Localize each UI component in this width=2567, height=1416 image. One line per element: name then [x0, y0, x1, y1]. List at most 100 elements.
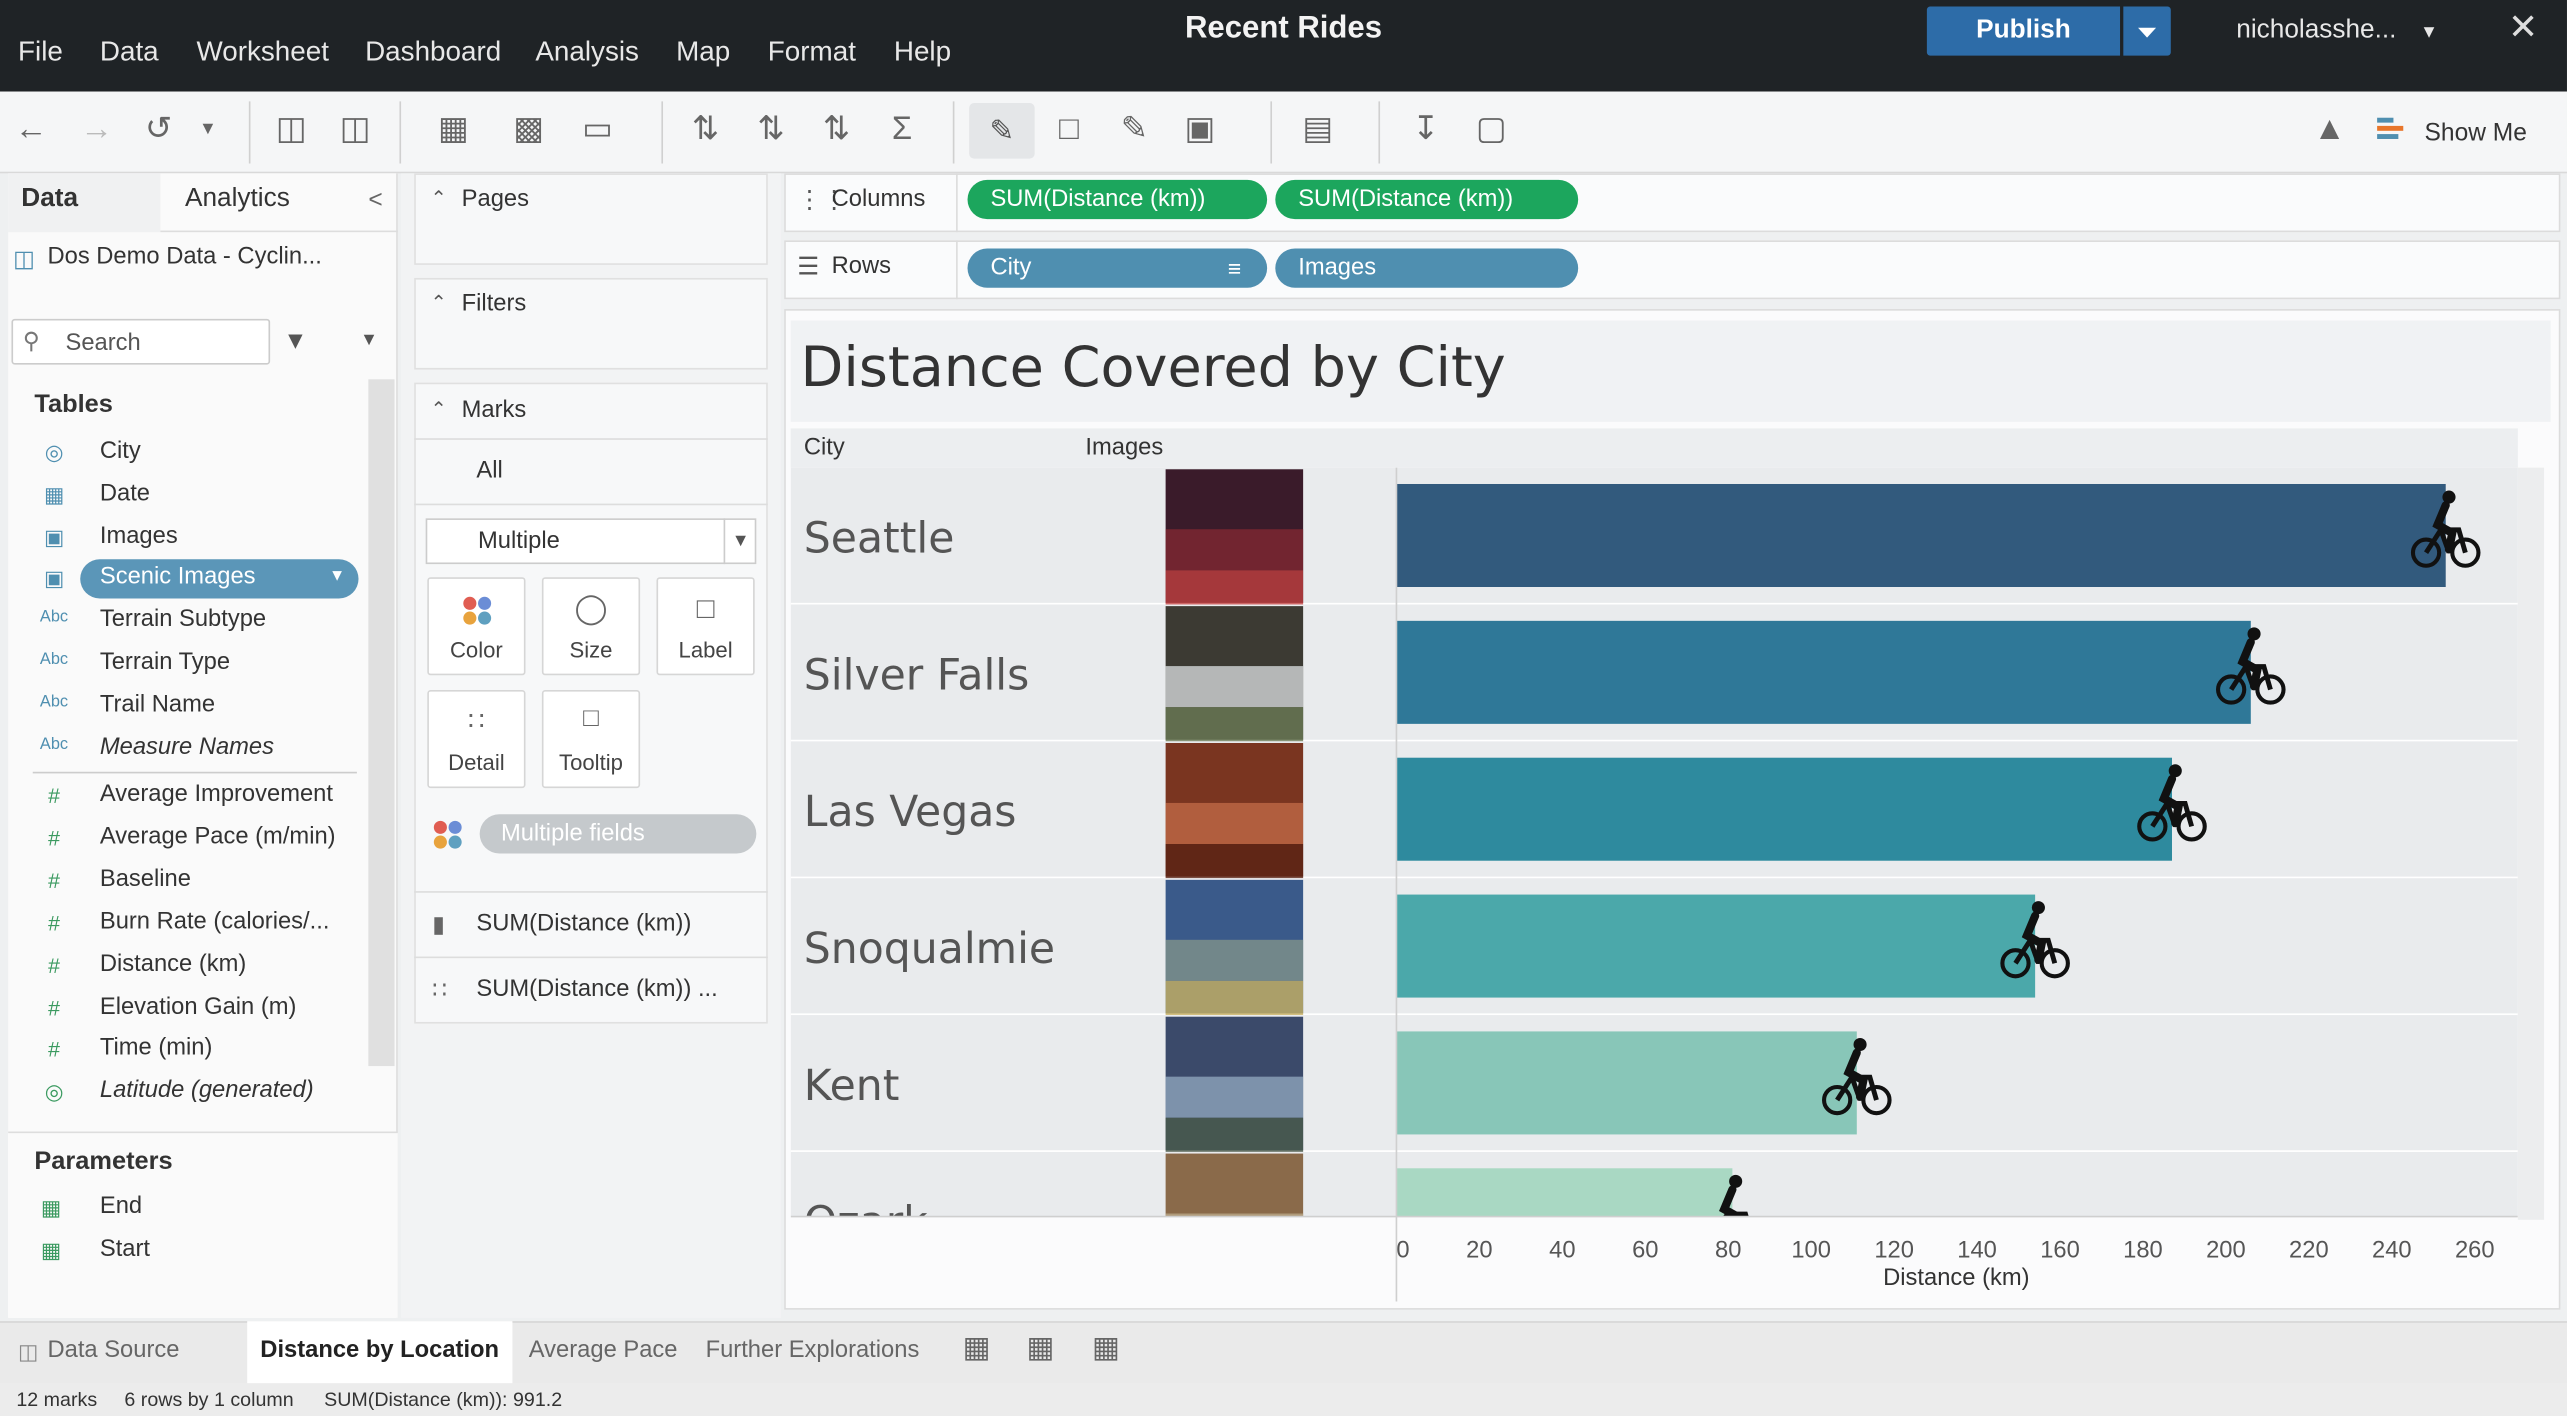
text-label-icon[interactable]: □ [1048, 108, 1091, 151]
totals-icon[interactable]: Σ [881, 108, 924, 151]
tables-header: Tables [34, 390, 113, 419]
sort-icon[interactable]: ≡ [1228, 255, 1241, 281]
menu-format[interactable]: Format [768, 36, 856, 69]
tab-analytics[interactable]: Analytics [185, 185, 290, 214]
search-field[interactable]: ⚲ Search [11, 318, 271, 365]
close-icon[interactable]: ✕ [2508, 7, 2538, 50]
measure-field[interactable]: Elevation Gain (m) [100, 993, 297, 1019]
bar[interactable] [1396, 757, 2172, 861]
scrollbar[interactable] [368, 379, 395, 1067]
tooltip-button[interactable]: □ Tooltip [541, 690, 641, 789]
dimension-field[interactable]: Measure Names [100, 733, 274, 759]
download-icon[interactable]: ↧ [1405, 108, 1448, 151]
menu-worksheet[interactable]: Worksheet [196, 36, 329, 69]
new-dashboard-icon[interactable]: ▦ [1026, 1331, 1054, 1365]
tab-distance-by-location[interactable]: Distance by Location [247, 1321, 513, 1384]
new-worksheet-icon[interactable]: ▦ [963, 1331, 991, 1365]
highlight-button[interactable]: ✎ [969, 103, 1035, 159]
fit-icon[interactable]: ▣ [1179, 108, 1222, 151]
dimension-field[interactable]: Terrain Subtype [100, 607, 266, 633]
measure-field[interactable]: Average Pace (m/min) [100, 824, 336, 850]
filter-icon[interactable]: ▼ [283, 327, 307, 355]
presentation-icon[interactable]: ▢ [1470, 108, 1513, 151]
pin-icon[interactable]: ▲ [2308, 108, 2351, 151]
chevron-up-icon[interactable]: ⌃ [431, 186, 447, 209]
parameter-start[interactable]: Start [100, 1236, 150, 1262]
show-me-button[interactable]: Show Me [2425, 119, 2527, 147]
collapse-pane-icon[interactable]: < [368, 186, 382, 214]
chevron-down-icon[interactable]: ▼ [360, 330, 378, 350]
tab-data-source[interactable]: Data Source [34, 1321, 192, 1383]
tab-data[interactable]: Data [21, 185, 78, 214]
measure-field[interactable]: Baseline [100, 866, 191, 892]
menu-data[interactable]: Data [100, 36, 159, 69]
mark-field-bar[interactable]: SUM(Distance (km)) [476, 911, 691, 937]
duplicate-sheet-icon[interactable]: ▩ [508, 108, 551, 151]
dimension-field[interactable]: Terrain Type [100, 649, 230, 675]
chevron-down-icon[interactable]: ▼ [187, 108, 230, 151]
undo-icon[interactable]: ← [10, 108, 53, 151]
pause-updates-icon[interactable]: ◫ [334, 108, 377, 151]
measure-field[interactable]: Time (min) [100, 1036, 213, 1062]
show-hide-cards-icon[interactable]: ▤ [1297, 108, 1340, 151]
bar[interactable] [1396, 483, 2446, 588]
tab-average-pace[interactable]: Average Pace [516, 1321, 691, 1383]
dimension-field[interactable]: Scenic Images [100, 565, 256, 591]
label-button[interactable]: □ Label [656, 577, 755, 676]
bar[interactable] [1396, 620, 2251, 724]
user-menu[interactable]: nicholasshe... ▼ [2236, 16, 2438, 45]
chevron-up-icon[interactable]: ⌃ [431, 291, 447, 314]
toolbar [0, 91, 2567, 174]
chevron-up-icon[interactable]: ⌃ [431, 397, 447, 420]
image-icon: ▣ [43, 566, 65, 591]
dimension-field[interactable]: City [100, 438, 141, 464]
menu-analysis[interactable]: Analysis [535, 36, 639, 69]
dimension-field[interactable]: Trail Name [100, 691, 215, 717]
publish-dropdown-button[interactable] [2123, 6, 2171, 56]
redo-icon[interactable]: → [75, 108, 118, 151]
sort-descending-icon[interactable]: ⇅ [815, 108, 858, 151]
tab-further-explorations[interactable]: Further Explorations [692, 1321, 932, 1383]
multiple-fields-pill[interactable]: Multiple fields [479, 814, 757, 854]
measure-field[interactable]: Latitude (generated) [100, 1078, 314, 1104]
new-worksheet-icon[interactable]: ▦ [432, 108, 475, 151]
menu-map[interactable]: Map [676, 36, 730, 69]
measure-field[interactable]: Average Improvement [100, 782, 333, 808]
parameter-end[interactable]: End [100, 1194, 142, 1220]
divider [414, 503, 768, 506]
scrollbar[interactable] [2517, 467, 2545, 1220]
new-datasource-icon[interactable]: ◫ [270, 108, 313, 151]
swap-icon[interactable]: ⇅ [684, 108, 727, 151]
mark-type-select[interactable]: Multiple ▼ [425, 518, 757, 565]
annotate-icon[interactable]: ✎ [1113, 108, 1156, 151]
replay-icon[interactable]: ↺ [138, 108, 181, 151]
bar[interactable] [1396, 894, 2036, 998]
size-button[interactable]: ◯ Size [541, 577, 641, 676]
bar[interactable] [1396, 1031, 1857, 1135]
menu-file[interactable]: File [18, 36, 63, 69]
new-story-icon[interactable]: ▦ [1092, 1331, 1120, 1365]
menu-dashboard[interactable]: Dashboard [365, 36, 501, 69]
marks-all-tab[interactable]: All [476, 458, 502, 484]
publish-button[interactable]: Publish [1926, 6, 2121, 56]
mark-field-shape[interactable]: SUM(Distance (km)) ... [476, 976, 717, 1002]
columns-pill-distance[interactable]: SUM(Distance (km)) [1275, 179, 1579, 220]
measure-field[interactable]: Distance (km) [100, 951, 246, 977]
bar-chart[interactable]: Seattle Silver Falls Las Vegas Snoqualmie Ke… [790, 467, 2518, 1305]
show-me-icon[interactable] [2377, 116, 2406, 145]
detail-button[interactable]: ∷ Detail [427, 690, 526, 789]
measure-field[interactable]: Burn Rate (calories/... [100, 909, 330, 935]
city-image [1165, 1153, 1304, 1217]
color-button[interactable]: Color [427, 577, 526, 676]
clear-sheet-icon[interactable]: ▭ [576, 108, 619, 151]
columns-pill-distance[interactable]: SUM(Distance (km)) [967, 179, 1268, 220]
sort-ascending-icon[interactable]: ⇅ [750, 108, 793, 151]
datasource-name[interactable]: Dos Demo Data - Cyclin... [47, 244, 321, 270]
dimension-field[interactable]: Images [100, 523, 178, 549]
marks-title: Marks [461, 397, 527, 424]
chevron-down-icon[interactable]: ▼ [329, 568, 345, 586]
rows-pill-city[interactable]: City [967, 248, 1268, 288]
menu-help[interactable]: Help [894, 36, 951, 69]
rows-pill-images[interactable]: Images [1275, 248, 1579, 288]
dimension-field[interactable]: Date [100, 480, 150, 506]
